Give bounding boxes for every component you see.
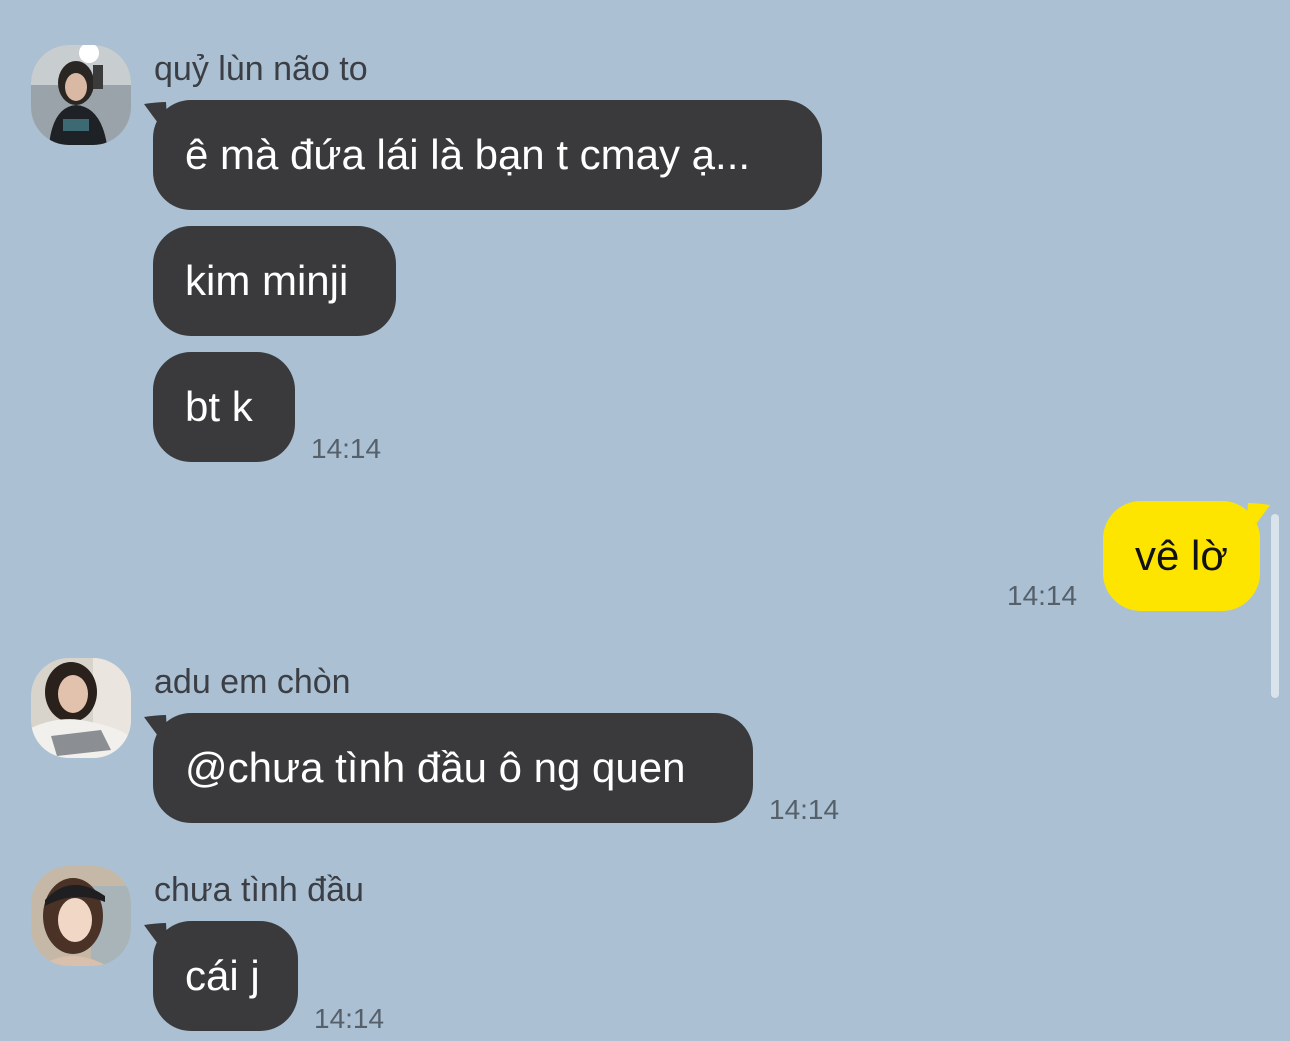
message-text: ê mà đứa lái là bạn t cmay ạ... [185, 131, 751, 178]
message-text: vê lờ [1135, 532, 1228, 579]
profile-photo-mirror-selfie-icon [31, 45, 131, 145]
avatar-chua-tinh-dau[interactable] [31, 866, 131, 966]
sender-name: chưa tình đầu [154, 871, 364, 909]
message-bubble[interactable]: @chưa tình đầu ô ng quen [153, 713, 753, 823]
bubble-tail [1246, 503, 1270, 537]
message-timestamp: 14:14 [311, 433, 382, 464]
message-text: kim minji [185, 257, 349, 304]
profile-photo-girl-icon [31, 658, 131, 758]
message-bubble[interactable]: kim minji [153, 226, 396, 336]
message-timestamp: 14:14 [314, 1003, 385, 1034]
message-timestamp: 14:14 [769, 794, 840, 825]
avatar-adu-em-chon[interactable] [31, 658, 131, 758]
sender-name: quỷ lùn não to [154, 50, 368, 88]
message-bubble[interactable]: ê mà đứa lái là bạn t cmay ạ... [153, 100, 822, 210]
message-bubble-outgoing[interactable]: vê lờ [1103, 501, 1260, 611]
avatar-quy-lun-nao-to[interactable] [31, 45, 131, 145]
message-text: cái j [185, 952, 260, 999]
sender-name: adu em chòn [154, 663, 351, 701]
message-text: @chưa tình đầu ô ng quen [185, 744, 686, 791]
message-bubble[interactable]: bt k [153, 352, 295, 462]
profile-photo-cap-icon [31, 866, 131, 966]
message-bubble[interactable]: cái j [153, 921, 298, 1031]
scrollbar[interactable] [1271, 514, 1279, 698]
message-timestamp: 14:14 [1007, 580, 1078, 611]
message-text: bt k [185, 383, 253, 430]
